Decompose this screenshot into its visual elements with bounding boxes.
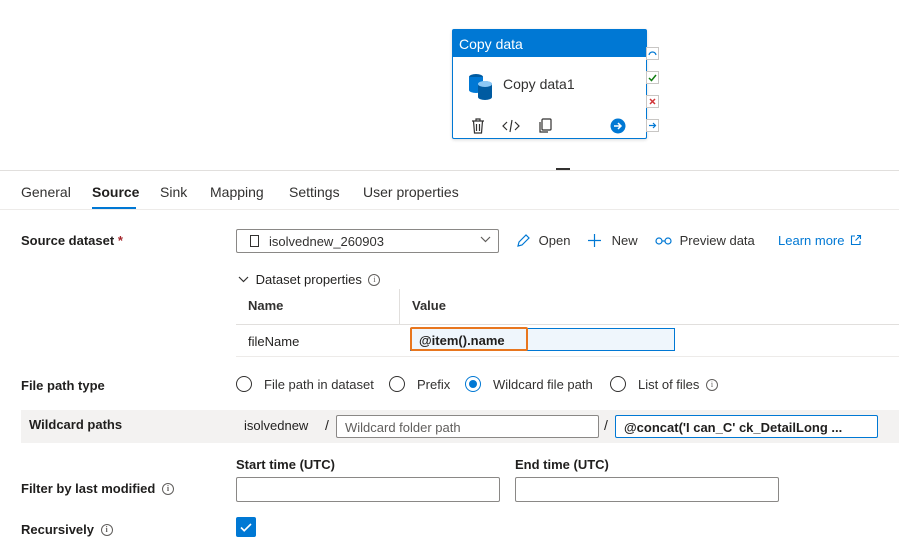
wildcard-folder-placeholder: Wildcard folder path	[345, 420, 461, 435]
dataset-properties-toggle[interactable]: Dataset properties i	[238, 272, 381, 287]
code-icon[interactable]	[501, 116, 521, 136]
wildcard-file-value: @concat('I can_C' ck_DetailLong ...	[624, 420, 843, 435]
info-icon[interactable]: i	[368, 274, 381, 286]
activity-header: Copy data	[453, 30, 646, 57]
wildcard-container: isolvednew	[244, 418, 309, 433]
activity-name: Copy data1	[503, 76, 575, 92]
path-separator-2: /	[604, 417, 608, 433]
tab-sink[interactable]: Sink	[160, 184, 187, 200]
source-dataset-value: isolvednew_260903	[269, 234, 384, 249]
dataset-icon	[250, 235, 259, 247]
panel-splitter[interactable]	[0, 170, 899, 171]
copy-data-activity[interactable]: Copy data Copy data1	[452, 29, 647, 139]
radio-prefix[interactable]	[389, 376, 405, 392]
wildcard-folder-path-input[interactable]: Wildcard folder path	[336, 415, 599, 438]
go-arrow-icon[interactable]	[608, 116, 628, 136]
info-icon[interactable]: i	[706, 379, 719, 391]
failure-port-icon[interactable]	[646, 95, 659, 108]
header-divider	[236, 324, 899, 325]
radio-label-file-path-in-dataset[interactable]: File path in dataset	[264, 377, 374, 392]
path-separator: /	[325, 417, 329, 433]
info-icon[interactable]: i	[161, 483, 174, 495]
learn-more-link[interactable]: Learn more	[778, 233, 862, 248]
success-port-icon[interactable]	[646, 71, 659, 84]
tab-settings[interactable]: Settings	[289, 184, 340, 200]
column-header-value: Value	[412, 298, 446, 313]
radio-label-list-of-files[interactable]: List of files i	[638, 377, 719, 392]
preview-data-button[interactable]: Preview data	[655, 233, 755, 248]
splitter-grip[interactable]	[556, 168, 570, 170]
property-value: @item().name	[419, 333, 505, 348]
tab-source[interactable]: Source	[92, 184, 139, 200]
copy-icon[interactable]	[535, 116, 555, 136]
edit-icon	[517, 234, 530, 247]
column-separator	[399, 289, 400, 325]
skip-port-icon[interactable]	[646, 47, 659, 60]
radio-label-wildcard-file-path[interactable]: Wildcard file path	[493, 377, 593, 392]
delete-icon[interactable]	[468, 116, 488, 136]
wildcard-file-name-input[interactable]: @concat('I can_C' ck_DetailLong ...	[615, 415, 878, 438]
tab-general[interactable]: General	[21, 184, 71, 200]
property-name: fileName	[248, 334, 300, 349]
recursively-checkbox[interactable]	[236, 517, 256, 537]
source-dataset-dropdown[interactable]: isolvednew_260903	[236, 229, 499, 253]
glasses-icon	[655, 237, 672, 245]
tabs-divider	[0, 209, 899, 210]
plus-icon	[588, 234, 601, 247]
chevron-down-icon	[238, 276, 249, 283]
source-dataset-label: Source dataset *	[21, 233, 123, 248]
completion-port-icon[interactable]	[646, 119, 659, 132]
radio-list-of-files[interactable]	[610, 376, 626, 392]
recursively-label: Recursively i	[21, 522, 113, 537]
end-time-label: End time (UTC)	[515, 457, 609, 472]
tab-user-properties[interactable]: User properties	[363, 184, 459, 200]
column-header-name: Name	[248, 298, 284, 313]
tab-mapping[interactable]: Mapping	[210, 184, 264, 200]
open-button[interactable]: Open	[516, 233, 570, 248]
radio-label-prefix[interactable]: Prefix	[417, 377, 450, 392]
checkmark-icon	[240, 523, 252, 532]
file-path-type-label: File path type	[21, 378, 105, 393]
new-button[interactable]: New	[587, 233, 638, 248]
wildcard-paths-label: Wildcard paths	[29, 417, 123, 432]
info-icon[interactable]: i	[100, 524, 113, 536]
row-divider	[236, 356, 899, 357]
dataset-properties-table	[236, 289, 899, 325]
radio-file-path-in-dataset[interactable]	[236, 376, 252, 392]
radio-wildcard-file-path[interactable]	[465, 376, 481, 392]
external-link-icon	[851, 234, 862, 246]
start-time-label: Start time (UTC)	[236, 457, 335, 472]
required-mark: *	[117, 233, 123, 248]
start-time-input[interactable]	[236, 477, 500, 502]
database-icon	[469, 74, 492, 100]
filter-last-modified-label: Filter by last modified i	[21, 481, 174, 496]
chevron-down-icon	[480, 234, 491, 248]
end-time-input[interactable]	[515, 477, 779, 502]
